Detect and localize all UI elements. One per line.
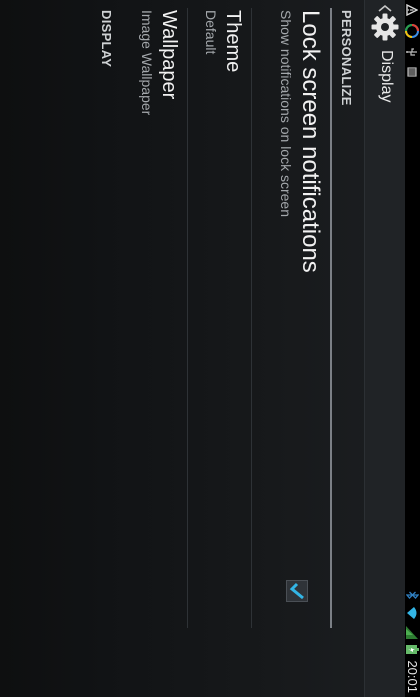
pref-title: Wallpaper: [158, 10, 180, 100]
usb-icon: [406, 48, 417, 56]
list-divider: [251, 8, 252, 628]
app-notification-icon: [405, 24, 419, 38]
wifi-icon: [407, 607, 417, 620]
pref-summary: Show notifications on lock screen: [278, 10, 294, 217]
action-bar: Display: [364, 0, 405, 697]
list-divider: [187, 8, 188, 628]
warning-icon: [406, 4, 418, 16]
pref-theme[interactable]: Theme Default: [190, 10, 244, 610]
pref-wallpaper[interactable]: Wallpaper Image Wallpaper: [126, 10, 180, 610]
signal-icon: [406, 626, 419, 640]
battery-icon: [406, 645, 419, 655]
rotated-screen: 20:01 Display PERSONALIZE Lock screen no…: [0, 0, 420, 697]
section-divider: [330, 8, 332, 628]
settings-list: PERSONALIZE Lock screen notifications Sh…: [0, 0, 364, 697]
checkmark-icon: [289, 582, 304, 600]
pref-summary: Default: [203, 10, 219, 55]
pref-title: Lock screen notifications: [297, 10, 324, 273]
status-time: 20:01: [405, 660, 420, 693]
pref-lock-screen-notifications[interactable]: Lock screen notifications Show notificat…: [260, 10, 324, 610]
status-bar: 20:01: [405, 0, 420, 697]
lock-screen-checkbox[interactable]: [286, 580, 308, 602]
section-header-display: DISPLAY: [99, 10, 114, 68]
page-title: Display: [378, 50, 395, 103]
phone-screen: 20:01 Display PERSONALIZE Lock screen no…: [0, 0, 420, 697]
status-left-icons: [405, 4, 419, 78]
status-right-icons: 20:01: [405, 590, 420, 693]
pref-summary: Image Wallpaper: [139, 10, 155, 116]
bluetooth-icon: [406, 591, 419, 600]
gear-icon[interactable]: [370, 12, 400, 42]
section-header-personalize: PERSONALIZE: [339, 10, 354, 106]
storage-icon: [407, 67, 417, 77]
pref-title: Theme: [222, 10, 244, 73]
